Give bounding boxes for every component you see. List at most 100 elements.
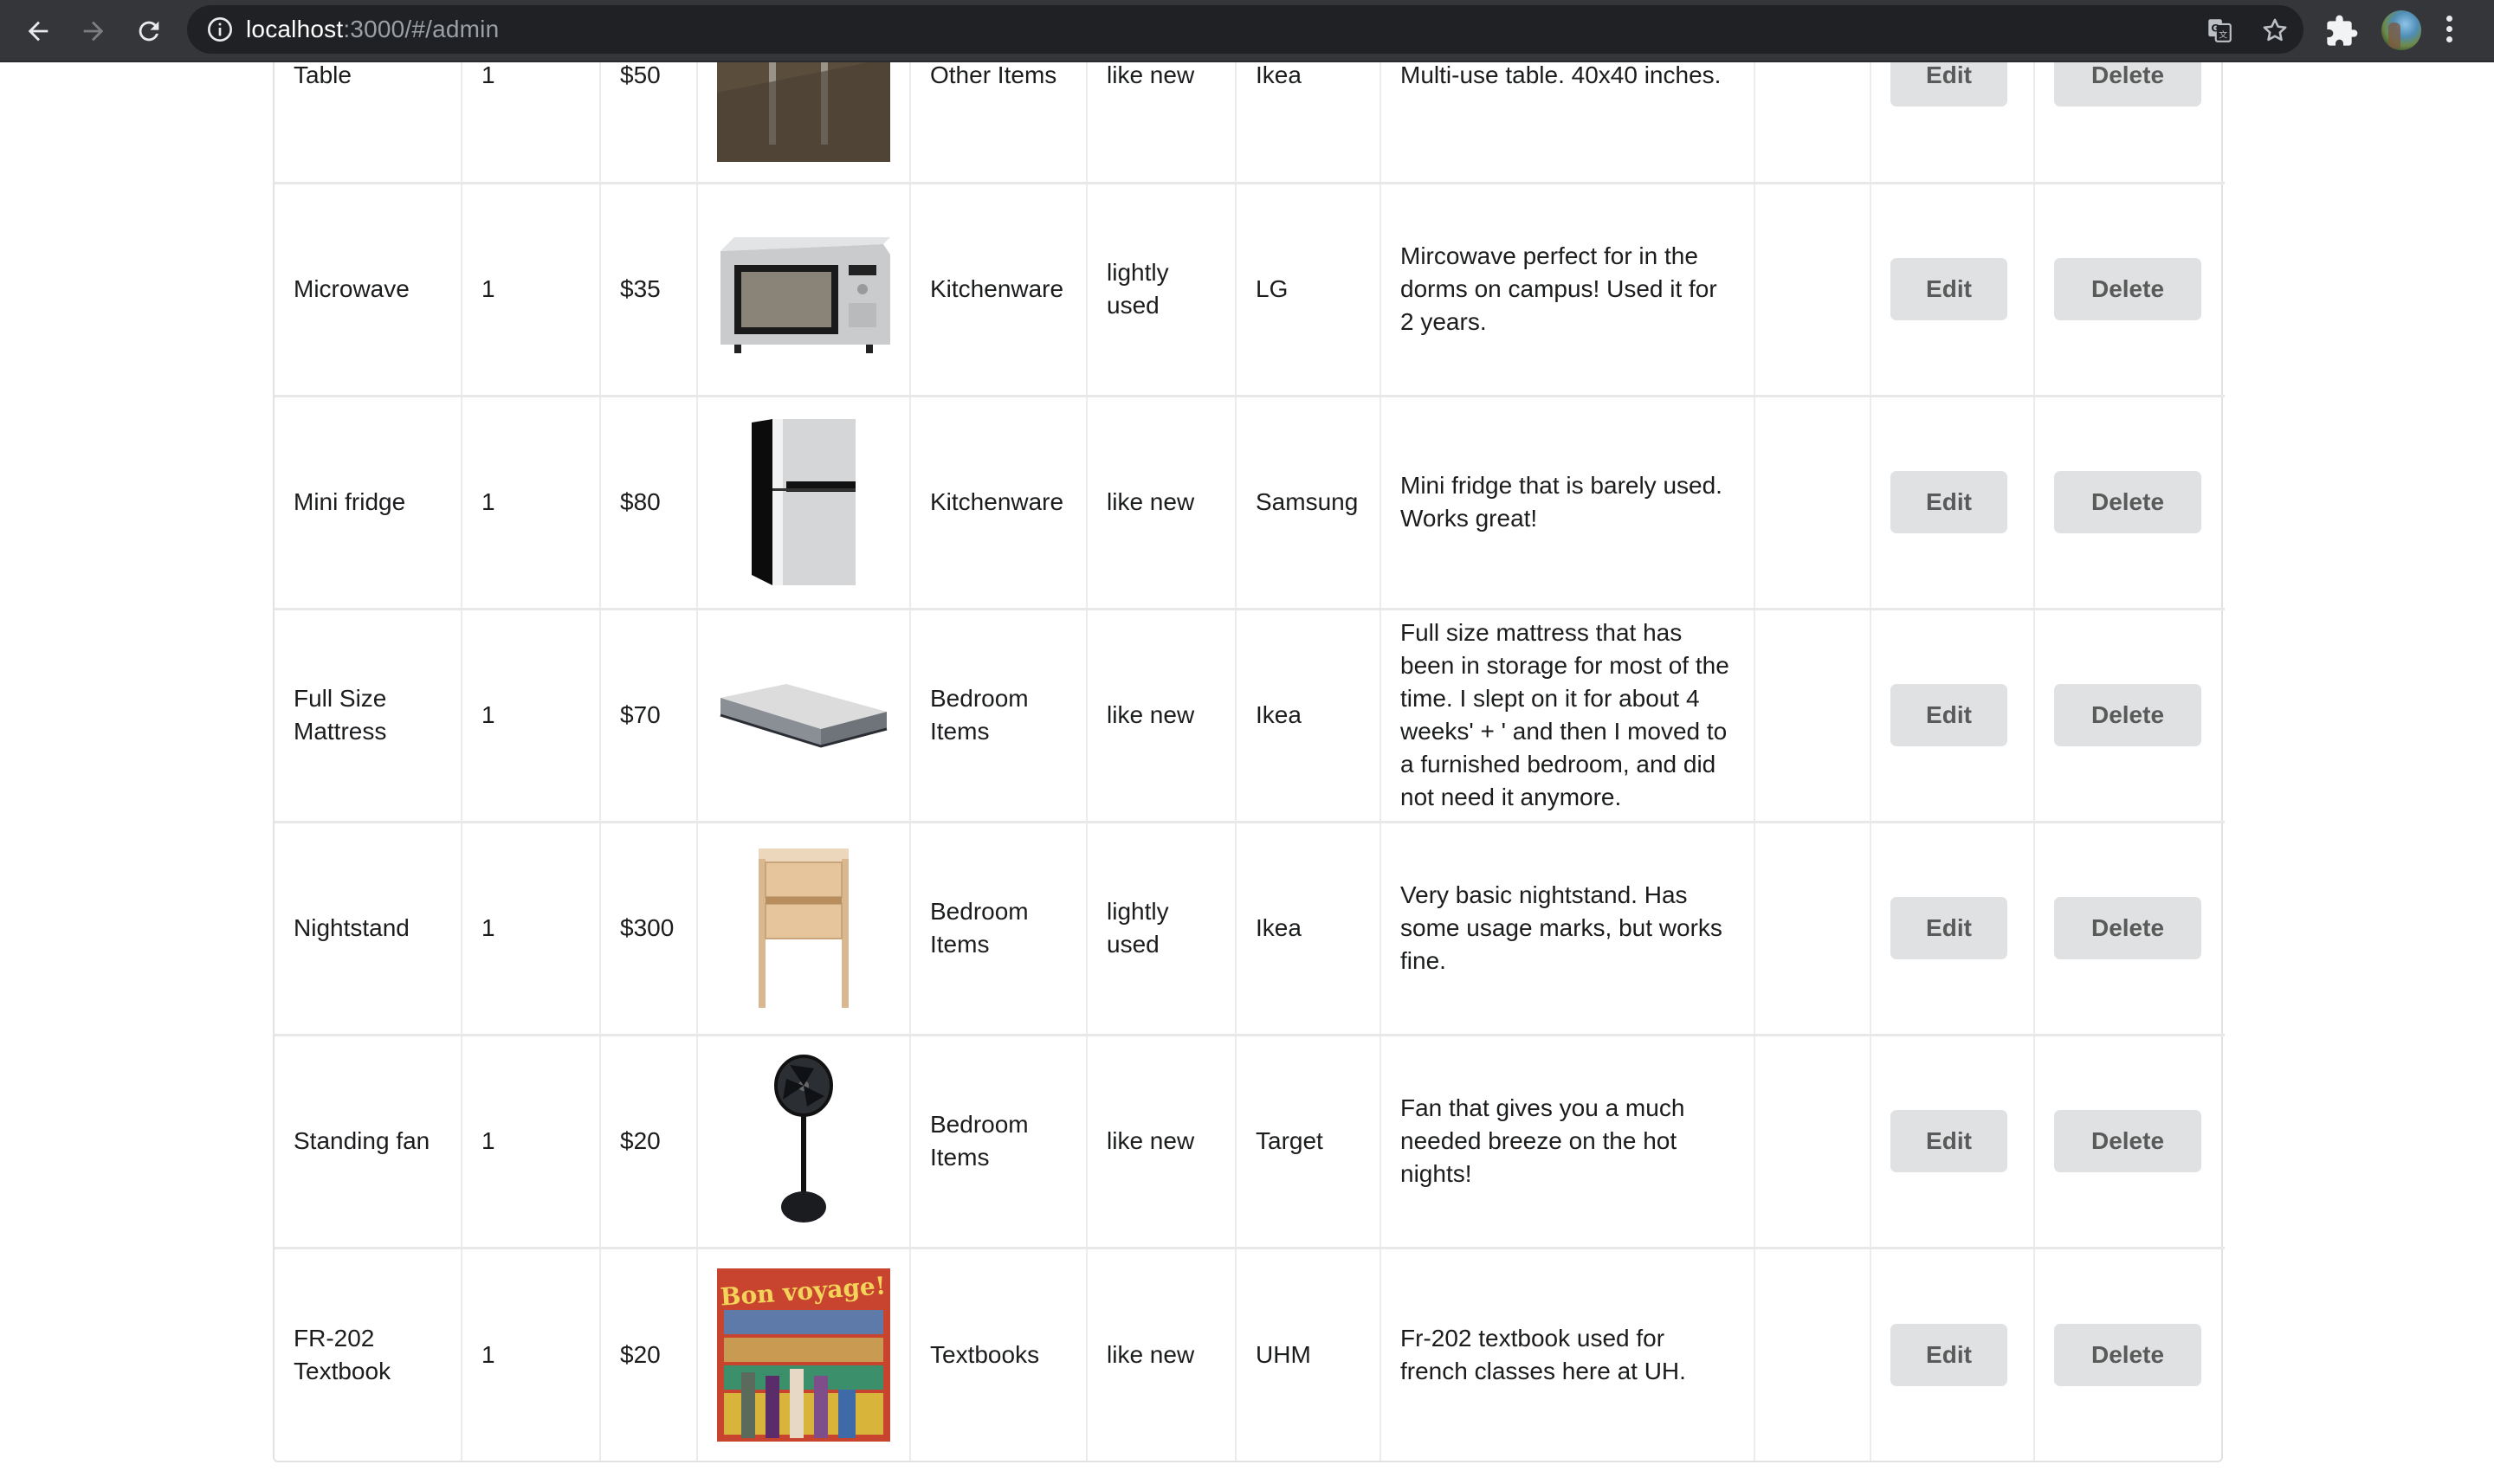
item-name: Standing fan xyxy=(275,1035,462,1249)
item-condition: like new xyxy=(1087,609,1237,823)
forward-button[interactable] xyxy=(74,12,113,50)
delete-cell: Delete xyxy=(2034,183,2225,397)
info-icon[interactable] xyxy=(206,16,234,43)
item-description: Mircowave perfect for in the dorms on ca… xyxy=(1380,183,1755,397)
edit-button[interactable]: Edit xyxy=(1890,258,2007,320)
item-category: Textbooks xyxy=(910,1248,1088,1461)
edit-cell: Edit xyxy=(1870,183,2035,397)
delete-cell: Delete xyxy=(2034,822,2225,1036)
item-description: Very basic nightstand. Has some usage ma… xyxy=(1380,822,1755,1036)
item-description: Fr-202 textbook used for french classes … xyxy=(1380,1248,1755,1461)
table-row: Standing fan 1 $20 Bedroom Items like ne… xyxy=(275,1035,2225,1249)
item-owner: LG xyxy=(1236,183,1381,397)
item-owner: Target xyxy=(1236,1035,1381,1249)
item-owner: Ikea xyxy=(1236,609,1381,823)
item-name: Mini fridge xyxy=(275,396,462,610)
item-condition: like new xyxy=(1087,1035,1237,1249)
empty-cell xyxy=(1754,822,1871,1036)
table-row: Nightstand 1 $300 Bedroom Items lightly … xyxy=(275,822,2225,1036)
delete-button[interactable]: Delete xyxy=(2054,897,2201,959)
delete-cell: Delete xyxy=(2034,609,2225,823)
table-row: Full Size Mattress 1 $70 Bedroom Items l… xyxy=(275,609,2225,823)
svg-text:文: 文 xyxy=(2219,29,2227,41)
item-description: Full size mattress that has been in stor… xyxy=(1380,609,1755,823)
item-image-cell xyxy=(697,822,911,1036)
mattress-photo xyxy=(717,629,890,802)
item-name: Microwave xyxy=(275,183,462,397)
delete-button[interactable]: Delete xyxy=(2054,258,2201,320)
microwave-photo xyxy=(717,203,890,376)
edit-button[interactable]: Edit xyxy=(1890,897,2007,959)
address-bar[interactable]: localhost:3000/#/admin G 文 xyxy=(187,5,2303,54)
reload-icon xyxy=(139,21,159,42)
item-category: Bedroom Items xyxy=(910,822,1088,1036)
table-row: Microwave 1 $35 Kitchenware lightly used… xyxy=(275,183,2225,397)
nightstand-photo xyxy=(717,842,890,1015)
item-name: Nightstand xyxy=(275,822,462,1036)
item-description: Fan that gives you a much needed breeze … xyxy=(1380,1035,1755,1249)
item-condition: like new xyxy=(1087,1248,1237,1461)
item-quantity: 1 xyxy=(462,1248,601,1461)
edit-cell: Edit xyxy=(1870,1035,2035,1249)
item-description: Mini fridge that is barely used. Works g… xyxy=(1380,396,1755,610)
item-quantity: 1 xyxy=(462,1035,601,1249)
item-owner: Ikea xyxy=(1236,822,1381,1036)
item-quantity: 1 xyxy=(462,396,601,610)
star-icon[interactable] xyxy=(2260,16,2290,45)
item-image-cell: Bon voyage! xyxy=(697,1248,911,1461)
mini-fridge-photo xyxy=(717,416,890,589)
item-name: Full Size Mattress xyxy=(275,609,462,823)
item-quantity: 1 xyxy=(462,822,601,1036)
item-price: $300 xyxy=(600,822,698,1036)
table-row: FR-202 Textbook 1 $20 Bon voyage! Textbo… xyxy=(275,1248,2225,1461)
url-text[interactable]: localhost:3000/#/admin xyxy=(246,5,499,54)
delete-cell: Delete xyxy=(2034,1035,2225,1249)
item-quantity: 1 xyxy=(462,183,601,397)
item-price: $20 xyxy=(600,1248,698,1461)
edit-cell: Edit xyxy=(1870,822,2035,1036)
item-owner: UHM xyxy=(1236,1248,1381,1461)
item-price: $70 xyxy=(600,609,698,823)
empty-cell xyxy=(1754,609,1871,823)
admin-items-table: Table 1 $50 Other Items like new Ikea Mu… xyxy=(273,0,2225,1462)
item-owner: Samsung xyxy=(1236,396,1381,610)
item-image-cell xyxy=(697,1035,911,1249)
item-category: Bedroom Items xyxy=(910,609,1088,823)
arrow-left-icon xyxy=(28,21,48,42)
item-category: Kitchenware xyxy=(910,183,1088,397)
delete-cell: Delete xyxy=(2034,396,2225,610)
reload-button[interactable] xyxy=(130,12,168,50)
empty-cell xyxy=(1754,183,1871,397)
back-button[interactable] xyxy=(19,12,57,50)
edit-cell: Edit xyxy=(1870,609,2035,823)
empty-cell xyxy=(1754,1248,1871,1461)
item-category: Kitchenware xyxy=(910,396,1088,610)
delete-button[interactable]: Delete xyxy=(2054,471,2201,533)
edit-button[interactable]: Edit xyxy=(1890,471,2007,533)
browser-toolbar: localhost:3000/#/admin G 文 xyxy=(0,0,2494,62)
edit-cell: Edit xyxy=(1870,396,2035,610)
edit-button[interactable]: Edit xyxy=(1890,1323,2007,1386)
more-vert-icon[interactable] xyxy=(2444,16,2454,47)
item-condition: like new xyxy=(1087,396,1237,610)
avatar[interactable] xyxy=(2381,10,2421,50)
item-quantity: 1 xyxy=(462,609,601,823)
textbook-cover-photo: Bon voyage! xyxy=(717,1268,890,1442)
puzzle-icon[interactable] xyxy=(2324,14,2359,48)
item-image-cell xyxy=(697,183,911,397)
standing-fan-photo xyxy=(717,1055,890,1228)
translate-icon[interactable]: G 文 xyxy=(2205,16,2234,45)
item-condition: lightly used xyxy=(1087,183,1237,397)
edit-button[interactable]: Edit xyxy=(1890,1110,2007,1172)
item-price: $20 xyxy=(600,1035,698,1249)
arrow-right-icon xyxy=(83,21,104,42)
item-price: $80 xyxy=(600,396,698,610)
edit-button[interactable]: Edit xyxy=(1890,684,2007,746)
empty-cell xyxy=(1754,1035,1871,1249)
item-image-cell xyxy=(697,396,911,610)
delete-button[interactable]: Delete xyxy=(2054,684,2201,746)
delete-button[interactable]: Delete xyxy=(2054,1323,2201,1386)
delete-button[interactable]: Delete xyxy=(2054,1110,2201,1172)
item-name: FR-202 Textbook xyxy=(275,1248,462,1461)
item-price: $35 xyxy=(600,183,698,397)
